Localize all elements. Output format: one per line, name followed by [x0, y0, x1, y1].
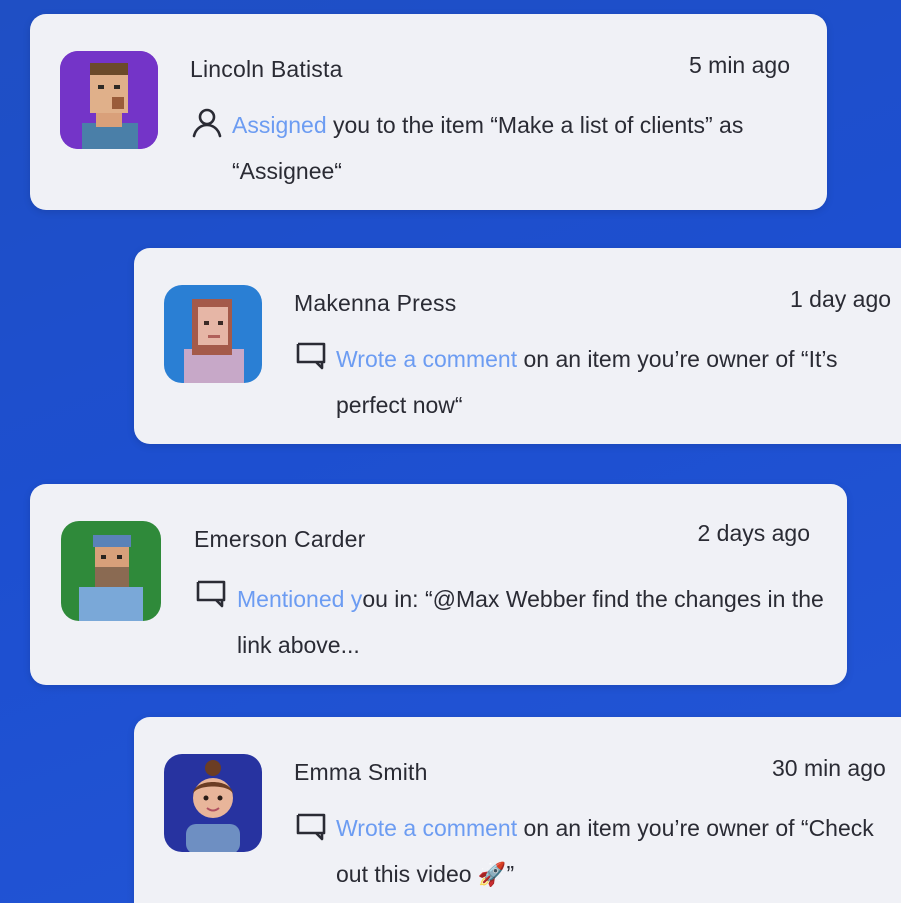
timestamp: 1 day ago	[790, 286, 892, 312]
notification-message: Wrote a comment on an item you’re owner …	[336, 805, 896, 897]
timestamp: 30 min ago	[772, 755, 886, 781]
action-link[interactable]: Wrote a comment	[336, 815, 517, 841]
user-name: Makenna Press	[294, 290, 457, 316]
user-name: Lincoln Batista	[190, 56, 343, 82]
comment-icon	[296, 340, 326, 370]
notification-card[interactable]: Makenna Press 1 day ago Wrote a comment …	[134, 248, 901, 444]
notification-message: Assigned you to the item “Make a list of…	[232, 102, 792, 194]
user-name: Emerson Carder	[194, 526, 366, 552]
notification-card[interactable]: Lincoln Batista 5 min ago Assigned you t…	[30, 14, 827, 210]
notification-card[interactable]: Emma Smith 30 min ago Wrote a comment on…	[134, 717, 901, 903]
action-link[interactable]: Assigned	[232, 112, 327, 138]
comment-icon	[296, 811, 326, 841]
avatar	[164, 285, 262, 383]
user-icon	[192, 108, 222, 138]
avatar	[164, 754, 262, 852]
notification-message: Wrote a comment on an item you’re owner …	[336, 336, 876, 428]
timestamp: 2 days ago	[697, 520, 810, 546]
avatar	[60, 51, 158, 149]
user-name: Emma Smith	[294, 759, 428, 785]
action-link[interactable]: Mentioned y	[237, 586, 362, 612]
timestamp: 5 min ago	[688, 52, 790, 78]
action-link[interactable]: Wrote a comment	[336, 346, 517, 372]
comment-icon	[196, 578, 226, 608]
notification-card[interactable]: Emerson Carder 2 days ago Mentioned you …	[30, 484, 847, 685]
notification-message: Mentioned you in: “@Max Webber find the …	[237, 576, 827, 668]
avatar	[61, 521, 161, 621]
